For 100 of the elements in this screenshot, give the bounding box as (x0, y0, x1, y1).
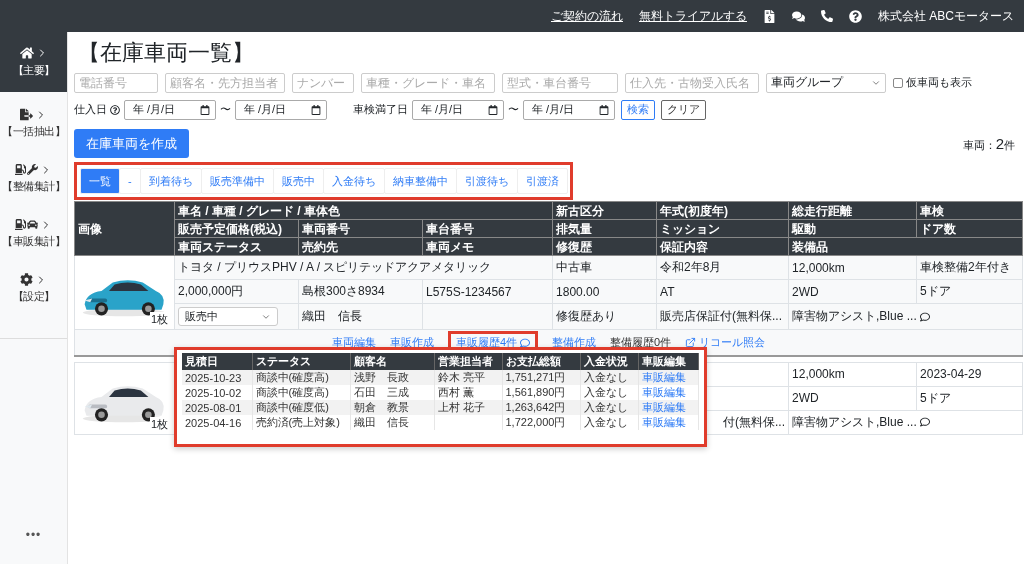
calendar-icon[interactable] (200, 104, 210, 115)
table-cell: 織田 信長 (353, 416, 409, 428)
top-link[interactable]: ご契約の流れ (551, 7, 623, 25)
table-cell: 鈴木 亮平 (437, 371, 485, 383)
sidebar-item[interactable]: 【主要】 (0, 32, 67, 92)
table-cell: 織田 信長 (298, 303, 423, 330)
table-cell: 上村 花子 (437, 401, 485, 413)
filter-field[interactable]: 型式・車台番号 (502, 72, 618, 93)
clear-button[interactable]: クリア (661, 99, 706, 120)
table-cell: 5ドア (916, 386, 1023, 410)
table-cell: 商談中(確度高) (255, 371, 329, 383)
action-link[interactable]: リコール照会 (685, 335, 766, 350)
filter-field[interactable]: 電話番号 (74, 72, 158, 93)
calendar-icon[interactable] (488, 104, 498, 115)
table-cell: 障害物アシスト,Blue ... (792, 414, 917, 429)
comment-icon[interactable] (920, 311, 931, 322)
comment-icon[interactable] (920, 417, 931, 428)
pump-car-icon (15, 219, 38, 230)
status-tab[interactable]: 入金待ち (322, 168, 385, 194)
filter-field[interactable]: 車種・グレード・車名 (361, 72, 495, 93)
status-tab[interactable]: 引渡待ち (455, 168, 518, 194)
range-separator: 〜 (508, 102, 519, 117)
chat-icon[interactable] (792, 9, 805, 23)
column-header: ステータス (252, 353, 350, 370)
table-cell: 2025-10-02 (185, 386, 242, 399)
column-header: 総走行距離 (788, 201, 917, 220)
sidebar-item[interactable]: 【設定】 (0, 261, 67, 316)
table-cell: 5ドア (916, 279, 1023, 304)
filter-field[interactable]: 仕入先・古物受入氏名 (625, 72, 759, 93)
action-link[interactable]: 車販作成 (389, 335, 434, 350)
table-cell: 売約済(売上対象) (255, 416, 340, 428)
table-cell: 2WD (788, 279, 917, 304)
table-cell: 1,751,271円 (505, 371, 566, 383)
sidebar-item[interactable]: 【整備集計】 (0, 151, 67, 206)
table-cell: 浅野 長政 (353, 371, 409, 383)
table-cell: 1,561,890円 (505, 386, 566, 398)
table-cell: 入金なし (583, 401, 628, 413)
table-cell: 入金なし (583, 416, 628, 428)
external-link-icon (685, 337, 697, 348)
status-tab[interactable]: 納車整備中 (383, 168, 457, 194)
status-tab[interactable]: - (119, 168, 141, 194)
status-tab[interactable]: 引渡済 (516, 168, 568, 194)
table-cell: AT (656, 279, 789, 304)
company-name: 株式会社 ABCモータース (878, 7, 1014, 25)
table-cell: 石田 三成 (353, 386, 409, 398)
column-header: 営業担当者 (434, 353, 502, 370)
column-header: 車名 / 車種 / グレード / 車体色 (174, 201, 553, 220)
table-cell: 入金なし (583, 371, 628, 383)
table-cell: 修復歴あり (552, 303, 657, 330)
action-link[interactable]: 整備作成 (552, 335, 596, 350)
date-field[interactable]: 年 /月/日 (523, 99, 615, 120)
filter-field[interactable]: 顧客名・先方担当者 (165, 72, 285, 93)
column-header: 入金状況 (580, 353, 638, 370)
file-export-icon (20, 108, 33, 121)
checkbox-label: 仮車両も表示 (906, 75, 972, 90)
table-cell: 12,000km (788, 362, 917, 386)
help-icon[interactable] (849, 9, 862, 23)
checkbox[interactable] (893, 77, 903, 88)
filter-label: 車検満了日 (353, 102, 408, 117)
status-select[interactable]: 販売中 (178, 307, 278, 326)
status-tab[interactable]: 一覧 (80, 168, 120, 194)
phone-icon[interactable] (821, 10, 833, 22)
date-field[interactable]: 年 /月/日 (412, 99, 504, 120)
more-button[interactable]: ••• (25, 528, 42, 542)
table-cell: 1,722,000円 (505, 416, 566, 428)
table-cell: 2023-04-29 (916, 362, 1023, 386)
table-cell: 2025-08-01 (185, 401, 242, 414)
group-select[interactable]: 車両グループ (766, 72, 886, 93)
sidebar-item[interactable]: 【車販集計】 (0, 206, 67, 261)
create-vehicle-button[interactable]: 在庫車両を作成 (74, 129, 189, 158)
history-count[interactable]: 整備履歴0件 (610, 335, 672, 350)
help-icon[interactable] (110, 104, 120, 115)
action-link[interactable]: 車両編集 (331, 335, 376, 350)
status-tab[interactable]: 販売準備中 (200, 168, 274, 194)
table-cell: 2WD (788, 386, 917, 410)
comment-icon (520, 337, 530, 348)
table-cell: 障害物アシスト,Blue ... (792, 309, 917, 323)
column-header: 車販編集 (638, 353, 698, 370)
vehicle-count: 車両：2件 (962, 134, 1016, 153)
table-cell: 朝倉 教景 (353, 401, 409, 413)
table-cell: 2025-04-16 (185, 416, 242, 429)
search-button[interactable]: 検索 (621, 99, 655, 120)
sidebar-item[interactable]: 【一括抽出】 (0, 96, 67, 151)
table-cell: 1,263,642円 (505, 401, 566, 413)
invoice-icon[interactable] (763, 9, 776, 23)
date-field[interactable]: 年 /月/日 (124, 99, 216, 120)
table-cell: 商談中(確度低) (255, 401, 329, 413)
top-link[interactable]: 無料トライアルする (639, 7, 747, 25)
date-field[interactable]: 年 /月/日 (235, 99, 327, 120)
calendar-icon[interactable] (599, 104, 609, 115)
status-tab[interactable]: 到着待ち (139, 168, 202, 194)
table-cell: 島根300さ8934 (298, 279, 423, 304)
table-cell: 2,000,000円 (174, 279, 299, 304)
table-cell: 商談中(確度高) (255, 386, 329, 398)
photo-count: 1枚 (149, 312, 169, 327)
settings-icon (20, 273, 33, 286)
filter-field[interactable]: ナンバー (292, 72, 354, 93)
calendar-icon[interactable] (311, 104, 321, 115)
status-tab[interactable]: 販売中 (272, 168, 324, 194)
column-header: 車検 (916, 201, 1023, 220)
